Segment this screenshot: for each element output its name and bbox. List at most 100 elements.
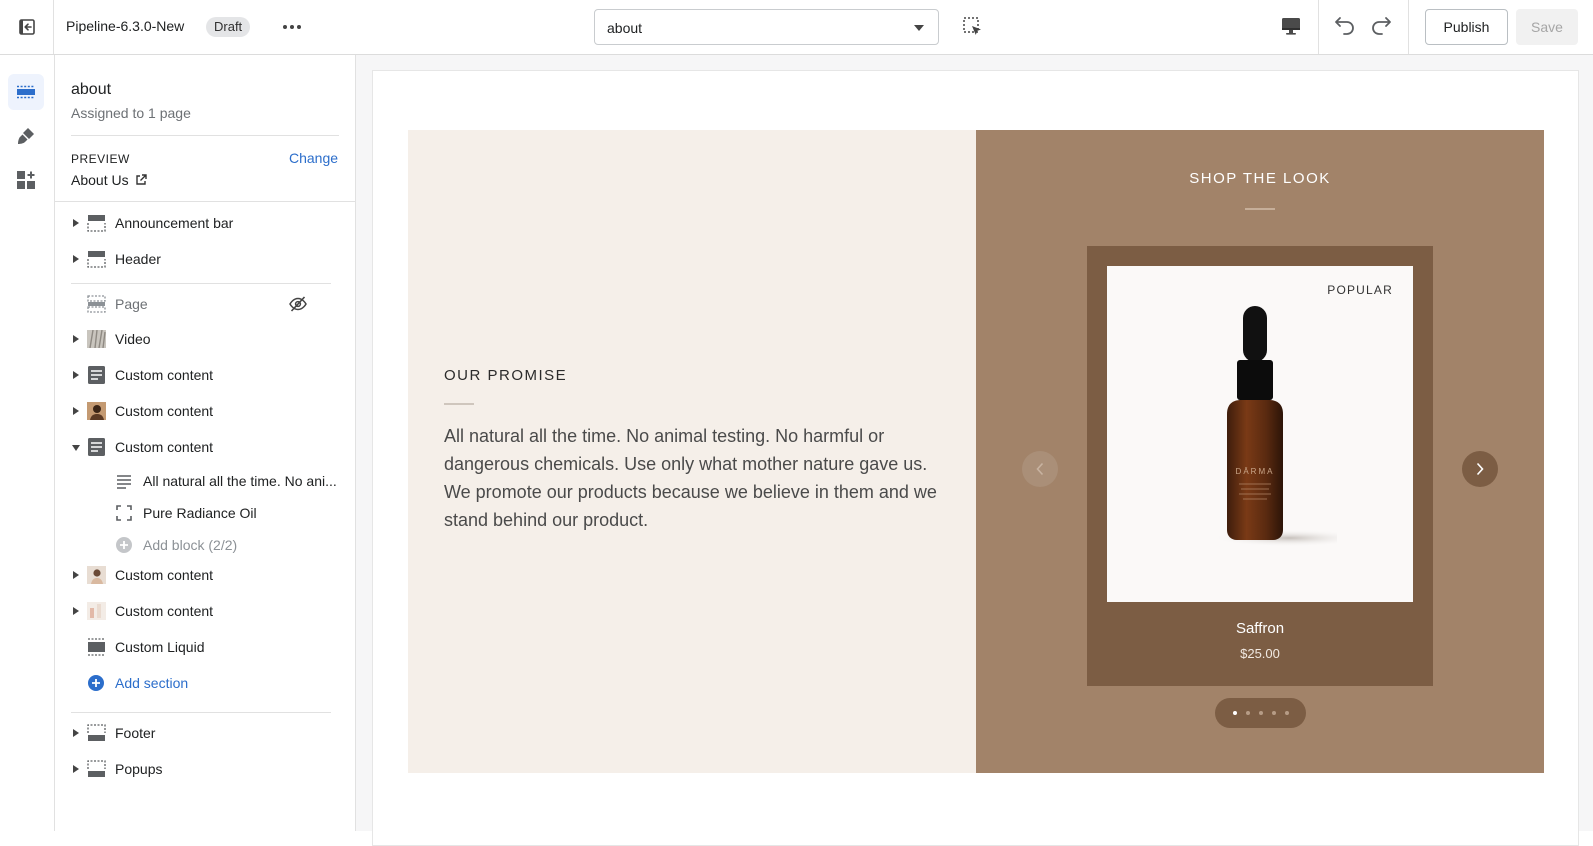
- caret-right-icon: [73, 607, 79, 615]
- template-title: about: [71, 81, 112, 98]
- sections-tab[interactable]: [8, 74, 44, 110]
- undo-icon: [1335, 17, 1354, 35]
- divider: [71, 135, 339, 136]
- inspector-toggle-button[interactable]: [962, 16, 986, 40]
- caret-down-icon: [72, 445, 80, 451]
- more-actions-button[interactable]: [278, 17, 306, 37]
- preview-canvas-area: OUR PROMISE All natural all the time. No…: [356, 55, 1593, 846]
- product-card[interactable]: POPULAR DĀRMA Saffron $25.00: [1087, 246, 1433, 686]
- preview-page-link[interactable]: About Us: [71, 172, 147, 188]
- popular-badge: POPULAR: [1327, 283, 1393, 297]
- template-assignment: Assigned to 1 page: [71, 105, 191, 121]
- theme-name: Pipeline-6.3.0-New: [66, 18, 185, 34]
- section-label: Announcement bar: [115, 215, 234, 231]
- slider-next-button[interactable]: [1462, 451, 1498, 487]
- preview-frame[interactable]: OUR PROMISE All natural all the time. No…: [372, 70, 1579, 846]
- undo-button[interactable]: [1333, 14, 1359, 40]
- change-preview-link[interactable]: Change: [289, 150, 338, 166]
- apps-tab[interactable]: [8, 162, 44, 198]
- section-label: Custom content: [115, 403, 214, 419]
- portrait-thumbnail: [87, 402, 106, 420]
- shop-the-look-section[interactable]: SHOP THE LOOK POPULAR DĀRMA Saffron $25.…: [976, 130, 1544, 773]
- section-item-custom-content[interactable]: Custom content: [55, 559, 356, 591]
- block-item-product[interactable]: Pure Radiance Oil: [55, 497, 356, 529]
- section-item-popups[interactable]: Popups: [55, 753, 356, 785]
- block-item-text[interactable]: All natural all the time. No ani...: [55, 465, 356, 497]
- heading-rule: [444, 403, 474, 405]
- caret-right-icon: [73, 407, 79, 415]
- product-thumbnail: [87, 602, 106, 620]
- product-image: POPULAR DĀRMA: [1107, 266, 1413, 602]
- redo-button[interactable]: [1369, 14, 1395, 40]
- section-icon: [87, 724, 106, 741]
- slider-dot[interactable]: [1284, 711, 1289, 715]
- editor-nav-rail: [0, 55, 55, 831]
- caret-right-icon: [73, 219, 79, 227]
- publish-button[interactable]: Publish: [1425, 9, 1508, 45]
- caret-right-icon: [73, 335, 79, 343]
- section-item-custom-content[interactable]: Custom content: [55, 359, 356, 391]
- editor-topbar: Pipeline-6.3.0-New Draft about Publish S…: [0, 0, 1593, 55]
- section-item-page[interactable]: Page: [55, 288, 356, 320]
- promise-section[interactable]: OUR PROMISE All natural all the time. No…: [408, 130, 976, 773]
- bottle-brand: DĀRMA: [1236, 467, 1275, 476]
- section-item-custom-content[interactable]: Custom content: [55, 595, 356, 627]
- section-label: Video: [115, 331, 151, 347]
- section-label: Page: [115, 296, 148, 312]
- desktop-icon: [1282, 18, 1300, 35]
- caret-right-icon: [73, 255, 79, 263]
- template-select[interactable]: about: [594, 9, 939, 45]
- theme-settings-tab[interactable]: [8, 118, 44, 154]
- shop-heading: SHOP THE LOOK: [1189, 170, 1331, 187]
- dot-icon: [290, 25, 294, 29]
- status-badge: Draft: [206, 17, 251, 37]
- slider-dot[interactable]: [1245, 711, 1250, 715]
- product-name: Saffron: [1235, 620, 1285, 637]
- slider-dot[interactable]: [1232, 711, 1237, 715]
- section-label: Popups: [115, 761, 163, 777]
- add-circle-icon: [116, 537, 132, 553]
- add-section-button[interactable]: Add section: [55, 667, 356, 699]
- section-item-footer[interactable]: Footer: [55, 717, 356, 749]
- exit-editor-button[interactable]: [0, 0, 54, 54]
- video-thumbnail: [87, 330, 106, 348]
- block-label: All natural all the time. No ani...: [143, 473, 337, 489]
- add-circle-icon: [88, 675, 104, 691]
- hidden-eye-icon[interactable]: [289, 295, 307, 313]
- section-item-video[interactable]: Video: [55, 323, 356, 355]
- section-label: Footer: [115, 725, 156, 741]
- section-icon: [87, 295, 106, 313]
- section-label: Header: [115, 251, 161, 267]
- section-icon: [87, 760, 106, 777]
- caret-right-icon: [73, 371, 79, 379]
- preview-label: PREVIEW: [71, 152, 130, 166]
- section-item-announcement-bar[interactable]: Announcement bar: [55, 207, 356, 239]
- divider: [55, 201, 356, 202]
- slider-dot[interactable]: [1271, 711, 1276, 715]
- section-item-header[interactable]: Header: [55, 243, 356, 275]
- block-label: Pure Radiance Oil: [143, 505, 257, 521]
- slider-prev-button[interactable]: [1022, 451, 1058, 487]
- dot-icon: [297, 25, 301, 29]
- redo-icon: [1372, 17, 1391, 35]
- slider-dot[interactable]: [1258, 711, 1263, 715]
- slider-pagination[interactable]: [1215, 698, 1306, 728]
- promise-text: All natural all the time. No animal test…: [444, 426, 937, 530]
- section-icon: [87, 215, 106, 232]
- add-block-button[interactable]: Add block (2/2): [55, 529, 356, 561]
- save-button[interactable]: Save: [1516, 9, 1578, 45]
- toolbar-divider: [1408, 0, 1409, 54]
- block-label: Add block (2/2): [143, 537, 238, 553]
- section-item-custom-content-expanded[interactable]: Custom content: [55, 431, 356, 463]
- sections-sidebar: about Assigned to 1 page PREVIEW Change …: [55, 55, 356, 831]
- sections-icon: [17, 85, 35, 99]
- desktop-preview-button[interactable]: [1280, 15, 1306, 41]
- section-item-custom-content[interactable]: Custom content: [55, 395, 356, 427]
- divider: [71, 712, 331, 713]
- section-label: Custom Liquid: [115, 639, 205, 655]
- caret-down-icon: [914, 25, 924, 31]
- chevron-left-icon: [1036, 462, 1044, 476]
- section-label: Custom content: [115, 567, 214, 583]
- promise-heading: OUR PROMISE: [444, 367, 568, 384]
- section-item-custom-liquid[interactable]: Custom Liquid: [55, 631, 356, 663]
